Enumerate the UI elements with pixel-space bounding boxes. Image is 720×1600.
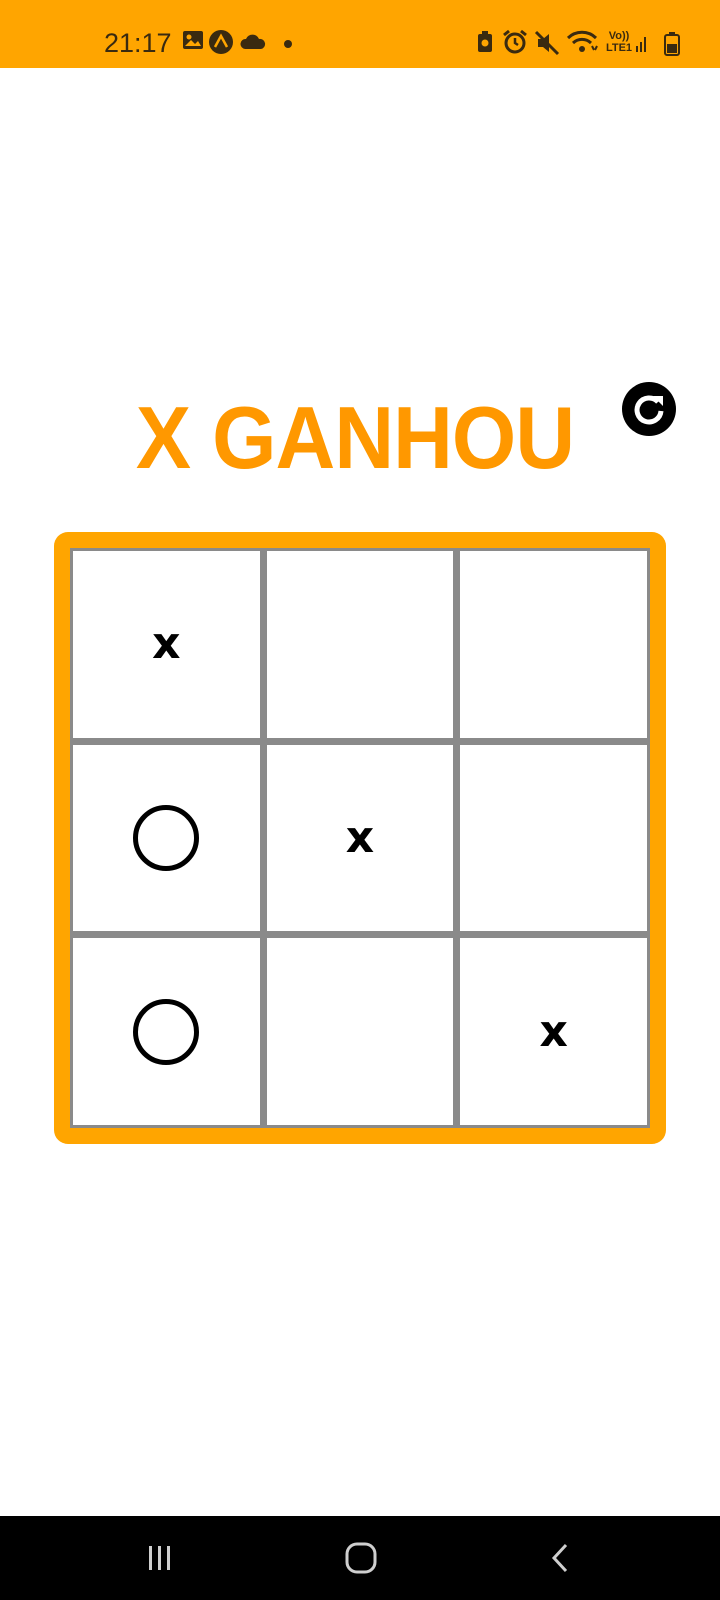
battery-icon [664, 32, 680, 56]
cell-2-2[interactable]: x [460, 938, 647, 1125]
cell-1-2[interactable] [460, 744, 647, 932]
home-icon [345, 1542, 377, 1574]
navigation-bar [0, 1516, 720, 1600]
network-label-top: Vo)) [608, 30, 630, 42]
x-mark: x [345, 811, 375, 863]
signal-icon [636, 34, 648, 52]
cell-0-0[interactable]: x [73, 551, 260, 738]
alarm-icon [502, 29, 528, 55]
cell-1-0[interactable]: O [73, 744, 260, 932]
cloud-icon [240, 34, 266, 50]
x-mark: x [539, 1005, 568, 1057]
network-label-bottom: LTE1 [605, 42, 633, 54]
recent-apps-icon [149, 1546, 170, 1570]
battery-saver-icon [476, 30, 494, 54]
cell-0-1[interactable] [266, 551, 454, 738]
cell-2-1[interactable] [266, 938, 454, 1125]
back-icon [551, 1543, 568, 1573]
o-mark: O [133, 998, 200, 1065]
home-button[interactable] [341, 1538, 381, 1578]
recent-apps-button[interactable] [140, 1538, 180, 1578]
game-board: x O x O x [54, 532, 666, 1144]
x-mark: x [152, 618, 181, 670]
expo-icon [208, 29, 234, 55]
network-label: Vo)) LTE1 [604, 30, 634, 54]
status-bar: 21:17 Vo)) LTE1 [0, 0, 720, 68]
o-mark: O [133, 804, 200, 871]
refresh-icon [634, 395, 664, 425]
dot-icon [284, 40, 292, 48]
cell-1-1[interactable]: x [266, 744, 454, 932]
wifi-icon [566, 30, 600, 54]
cell-2-0[interactable]: O [73, 938, 260, 1125]
gallery-icon [182, 30, 204, 50]
cell-0-2[interactable] [460, 551, 647, 738]
board-grid: x O x O x [70, 548, 650, 1128]
status-time: 21:17 [104, 28, 172, 58]
back-button[interactable] [542, 1538, 582, 1578]
game-status-title: X GANHOU [135, 388, 575, 487]
mute-icon [534, 30, 560, 56]
reset-button[interactable] [622, 382, 676, 436]
